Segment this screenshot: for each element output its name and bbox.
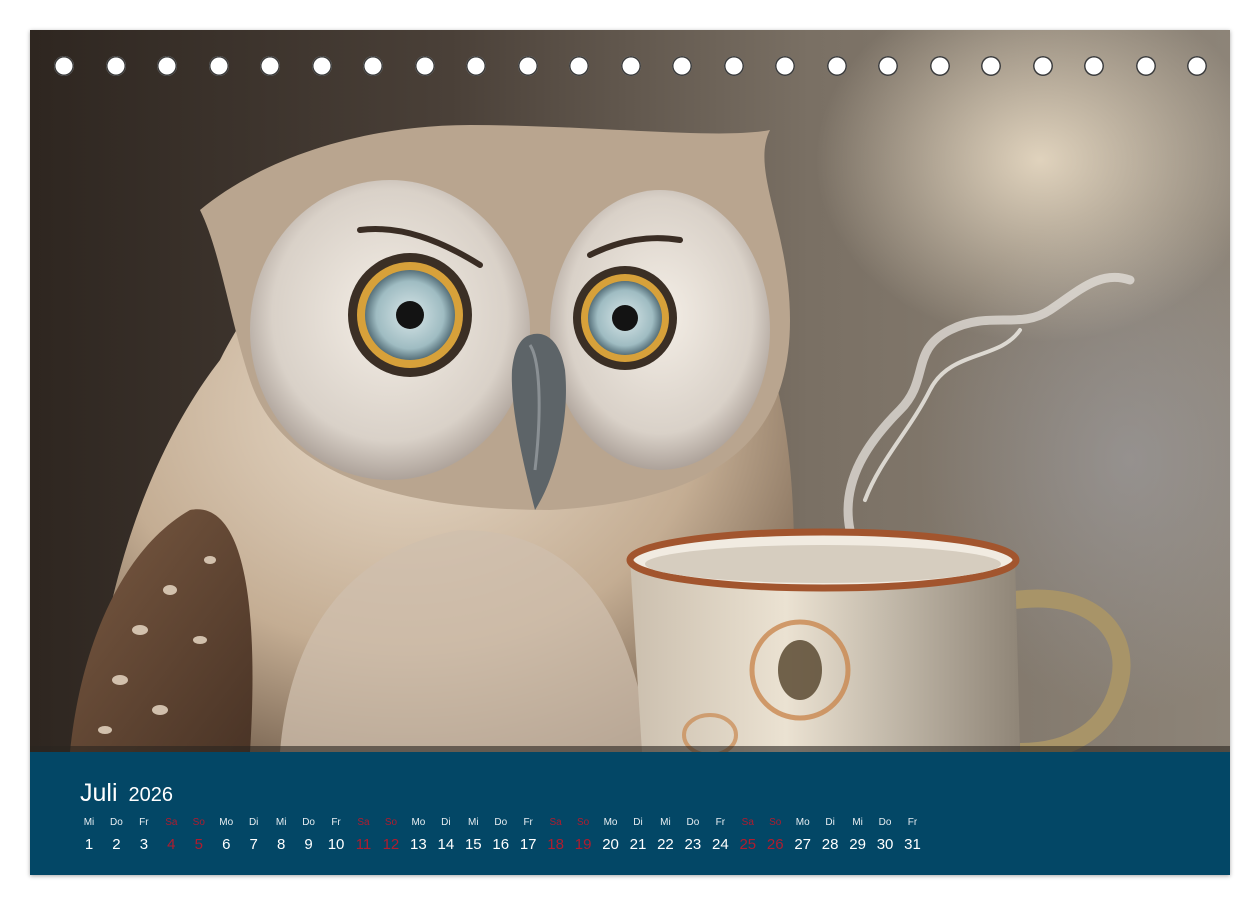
day-number: 7 (249, 836, 258, 853)
day-number: 28 (821, 836, 839, 853)
day-name: Mi (852, 817, 863, 828)
day-name: Do (686, 817, 700, 828)
day-name: Di (633, 817, 643, 828)
day-name: So (192, 817, 205, 828)
day-name: Fr (907, 817, 918, 828)
day-name: Di (825, 817, 835, 828)
binding-hole (54, 56, 74, 76)
day-name: Do (494, 817, 508, 828)
day-number: 27 (794, 836, 812, 853)
binding-hole (208, 56, 229, 76)
binding-hole (311, 56, 332, 76)
day-name: Mi (468, 817, 479, 828)
day-number: 23 (684, 836, 702, 853)
spiral-binding (30, 30, 1230, 100)
binding-hole (466, 56, 486, 76)
day-name: Do (878, 817, 892, 828)
day-number: 26 (766, 836, 784, 853)
month-title: Juli 2026 (80, 778, 173, 810)
day-name: Sa (165, 817, 178, 828)
day-number: 5 (194, 836, 203, 853)
binding-hole (1084, 56, 1104, 76)
day-number: 29 (849, 836, 866, 853)
day-number: 21 (629, 836, 647, 853)
day-number: 13 (410, 836, 427, 853)
day-number: 30 (876, 836, 894, 853)
day-name: Fr (523, 817, 533, 828)
day-number: 16 (492, 836, 510, 853)
day-name: Fr (715, 817, 726, 828)
day-number: 17 (519, 836, 537, 853)
day-name: Mi (275, 817, 287, 828)
day-name: Do (302, 817, 315, 828)
binding-hole (981, 56, 1001, 76)
calendar-page: Juli 2026 Mi 1 Do 2 Fr 3 Sa 4 So 5 Mo 6 Di 7 Mi 8 Do 9 Fr 1… (30, 30, 1230, 875)
binding-hole (723, 56, 744, 76)
day-name: Sa (741, 817, 754, 828)
day-name: So (769, 817, 782, 828)
binding-hole (1032, 56, 1053, 76)
day-number: 19 (574, 836, 592, 853)
day-number: 2 (112, 836, 121, 853)
day-number: 31 (904, 836, 921, 853)
day-name: Mo (603, 817, 618, 828)
day-name: Sa (549, 817, 562, 828)
binding-hole (672, 56, 692, 76)
day-number: 18 (547, 836, 564, 853)
day-name: Mo (219, 817, 234, 828)
binding-hole (517, 56, 538, 76)
day-name: So (384, 817, 398, 828)
binding-hole (157, 56, 177, 76)
binding-hole (363, 56, 383, 76)
day-name: Fr (139, 817, 149, 828)
day-number: 22 (657, 836, 674, 853)
binding-hole (878, 56, 898, 76)
calendar-strip: Juli 2026 Mi 1 Do 2 Fr 3 Sa 4 So 5 Mo 6 Di 7 Mi 8 Do 9 Fr 1… (30, 752, 1230, 875)
day-number: 15 (464, 836, 482, 853)
binding-hole (620, 56, 641, 76)
day-number: 10 (327, 836, 345, 853)
binding-hole (826, 56, 847, 76)
day-name: Mi (83, 817, 95, 828)
binding-hole (105, 56, 126, 76)
owl-coffee-photo (30, 30, 1230, 752)
day-number: 25 (739, 836, 757, 853)
year-label: 2026 (128, 784, 173, 806)
month-name: Juli (80, 779, 118, 807)
binding-hole (569, 56, 589, 76)
day-number: 4 (167, 836, 176, 853)
day-name: Di (248, 817, 259, 828)
day-number: 12 (382, 836, 400, 853)
day-number: 24 (712, 836, 729, 853)
binding-hole (775, 56, 795, 76)
binding-hole (929, 56, 950, 76)
day-name: Mi (660, 817, 671, 828)
day-number: 3 (139, 836, 149, 853)
day-name: Mo (795, 817, 810, 828)
day-number: 6 (222, 836, 231, 853)
day-number: 20 (602, 836, 619, 853)
day-name: So (576, 817, 590, 828)
day-name: Do (110, 817, 123, 828)
binding-hole (1187, 56, 1207, 76)
day-name: Fr (331, 817, 341, 828)
day-name: Sa (357, 817, 370, 828)
binding-hole (414, 56, 435, 76)
day-number: 8 (276, 836, 286, 853)
day-number: 1 (84, 836, 94, 853)
binding-hole (1135, 56, 1156, 76)
day-number: 11 (355, 836, 372, 853)
binding-hole (260, 56, 280, 76)
day-number: 9 (304, 836, 313, 853)
owl-illustration (30, 125, 1230, 752)
day-name: Mo (411, 817, 426, 828)
day-number: 14 (437, 836, 455, 853)
day-name: Di (441, 817, 451, 828)
